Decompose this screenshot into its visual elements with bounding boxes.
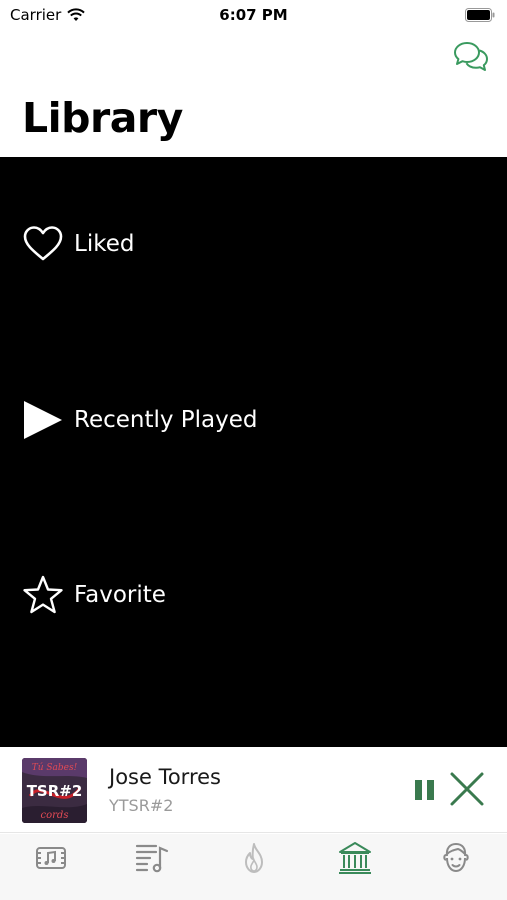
chat-bubbles-icon: [454, 42, 488, 71]
page-title: Library: [22, 94, 183, 142]
library-list: Liked Recently Played Favorite: [0, 157, 507, 747]
library-item-label: Liked: [74, 231, 135, 257]
album-art-bottom-text: cords: [41, 810, 69, 821]
library-item-label: Recently Played: [74, 407, 258, 433]
library-item-recently-played[interactable]: Recently Played: [0, 390, 507, 450]
tab-trending[interactable]: [203, 834, 304, 900]
face-icon: [443, 842, 470, 873]
library-item-favorite[interactable]: Favorite: [0, 565, 507, 625]
tab-bar: [0, 834, 507, 900]
library-item-liked[interactable]: Liked: [0, 214, 507, 274]
playlist-icon: [136, 844, 169, 873]
album-art[interactable]: Tú Sabes! TSR#2 cords: [22, 758, 87, 823]
album-art-top-text: Tú Sabes!: [32, 762, 78, 773]
close-button[interactable]: [449, 771, 485, 807]
status-bar: Carrier 6:07 PM: [0, 0, 507, 30]
heart-icon: [22, 223, 64, 265]
battery-icon: [465, 8, 495, 22]
tab-library[interactable]: [304, 834, 405, 900]
clock: 6:07 PM: [219, 6, 288, 24]
track-title: Jose Torres: [109, 765, 221, 789]
chat-button[interactable]: [453, 40, 489, 74]
library-item-label: Favorite: [74, 582, 166, 608]
pause-button[interactable]: [412, 777, 438, 803]
now-playing-bar[interactable]: Tú Sabes! TSR#2 cords Jose Torres YTSR#2: [0, 747, 507, 833]
tab-music-video[interactable]: [0, 834, 101, 900]
pause-icon: [415, 780, 434, 800]
close-icon: [450, 772, 484, 806]
flame-icon: [244, 843, 263, 873]
play-icon: [22, 399, 64, 441]
track-subtitle: YTSR#2: [109, 796, 174, 815]
film-music-icon: [35, 847, 66, 869]
album-art-text: TSR#2: [27, 782, 83, 800]
tab-playlist[interactable]: [101, 834, 202, 900]
library-icon: [338, 842, 371, 874]
tab-profile[interactable]: [406, 834, 507, 900]
star-icon: [22, 574, 64, 616]
